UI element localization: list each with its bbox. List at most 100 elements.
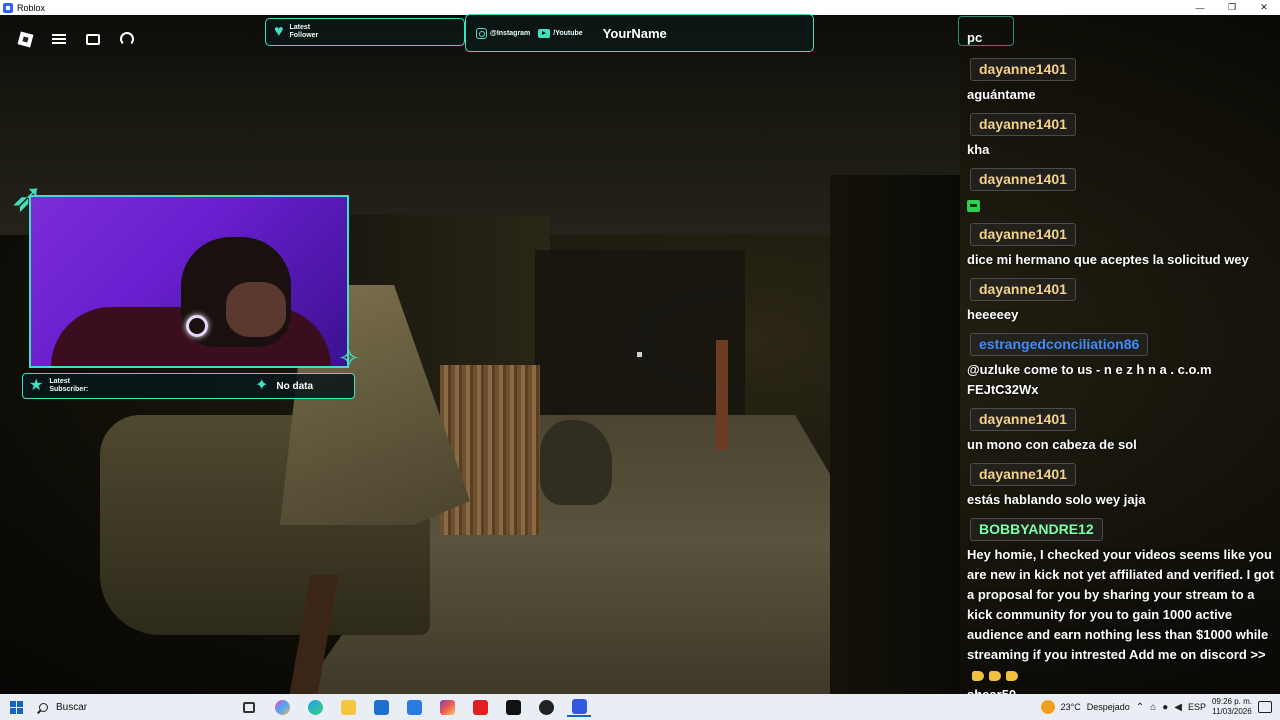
mail-icon xyxy=(406,699,422,715)
crosshair xyxy=(637,352,642,357)
copilot-button[interactable] xyxy=(270,697,294,717)
scene-rock xyxy=(540,420,612,505)
minimize-button[interactable]: — xyxy=(1184,0,1216,15)
subscriber-value-wrap: ✦ No data xyxy=(255,378,313,394)
instagram-app-button[interactable] xyxy=(435,697,459,717)
chat-message: dayanne1401 dice mi hermano que aceptes … xyxy=(960,223,1280,270)
clock[interactable]: 09:26 p. m. 11/03/2026 xyxy=(1212,697,1252,717)
subscriber-value: No data xyxy=(276,380,314,392)
clock-date: 11/03/2026 xyxy=(1212,707,1252,716)
volume-icon[interactable]: ◀ xyxy=(1174,702,1182,713)
instagram-icon xyxy=(476,27,487,39)
chat-message: dayanne1401 heeeeey xyxy=(960,278,1280,325)
language-indicator[interactable]: ESP xyxy=(1188,702,1206,712)
youtube-item: /Youtube xyxy=(538,28,583,38)
chat-message: BOBBYANDRE12 Hey homie, I checked your v… xyxy=(960,518,1280,685)
tiktok-app-button[interactable] xyxy=(501,697,525,717)
clock-time: 09:26 p. m. xyxy=(1211,697,1252,706)
pointing-hand-icon xyxy=(1006,670,1018,681)
edge-button[interactable] xyxy=(303,697,327,717)
copilot-icon xyxy=(274,699,290,715)
scene-pole xyxy=(716,340,728,450)
chat-text: kha xyxy=(967,142,990,157)
instagram-label: @Instagram xyxy=(490,29,531,37)
sparkle-star-icon: ✦ xyxy=(255,377,269,394)
latest-follower-panel: ♥ Latest Follower xyxy=(265,18,465,46)
windows-start-icon[interactable] xyxy=(10,700,23,714)
roblox-taskbar-icon xyxy=(571,698,587,714)
webcam-person-face xyxy=(226,282,286,337)
close-button[interactable]: ✕ xyxy=(1248,0,1280,15)
network-icon[interactable]: ⌂ xyxy=(1150,702,1156,713)
chat-username: dayanne1401 xyxy=(970,58,1076,81)
file-explorer-button[interactable] xyxy=(336,697,360,717)
roblox-menu-button[interactable] xyxy=(12,26,38,52)
chat-text: estás hablando solo wey jaja xyxy=(967,492,1146,507)
task-view-button[interactable] xyxy=(237,697,261,717)
green-emote-icon xyxy=(967,199,980,212)
chat-username: dayanne1401 xyxy=(970,278,1076,301)
voice-button[interactable] xyxy=(114,26,140,52)
taskbar-apps xyxy=(237,697,591,717)
chat-username: dayanne1401 xyxy=(970,223,1076,246)
chat-text: dice mi hermano que aceptes la solicitud… xyxy=(967,252,1249,267)
roblox-app-icon xyxy=(3,2,13,13)
latest-subscriber-panel: ★ Latest Subscriber: ✦ No data xyxy=(22,373,355,399)
stream-chat: pc dayanne1401 aguántame dayanne1401 kha… xyxy=(960,28,1280,705)
chat-username: estrangedconciliation86 xyxy=(970,333,1149,356)
chat-message: dayanne1401 estás hablando solo wey jaja xyxy=(960,463,1280,510)
outlook-button[interactable] xyxy=(402,697,426,717)
search-label: Buscar xyxy=(56,701,88,713)
chat-icon xyxy=(86,33,100,45)
system-tray: 23°C Despejado ⌃ ⌂ ● ◀ ESP 09:26 p. m. 1… xyxy=(1040,694,1280,720)
chat-username: dayanne1401 xyxy=(970,168,1076,191)
chat-message: dayanne1401 kha xyxy=(960,113,1280,160)
window-titlebar: Roblox — ❐ ✕ xyxy=(0,0,1280,15)
youtube-label: /Youtube xyxy=(553,29,583,37)
microphone-icon[interactable]: ● xyxy=(1162,702,1168,713)
chat-text-body: Hey homie, I checked your videos seems l… xyxy=(967,547,1275,662)
chat-text: un mono con cabeza de sol xyxy=(967,437,1137,452)
chat-text: Hey homie, I checked your videos seems l… xyxy=(967,545,1280,685)
chat-message: estrangedconciliation86 @uzluke come to … xyxy=(960,333,1280,400)
chat-text: @uzluke come to us - n e z h n a . c.o.m… xyxy=(967,362,1212,397)
windows-taskbar: Buscar 23°C Despejado ⌃ ⌂ ● ◀ ESP 09:26 … xyxy=(0,694,1280,720)
roblox-logo-icon xyxy=(17,31,33,47)
weather-moon-icon[interactable] xyxy=(1040,700,1055,714)
store-icon xyxy=(373,699,389,715)
youtube-app-button[interactable] xyxy=(468,697,492,717)
store-button[interactable] xyxy=(369,697,393,717)
chat-message: dayanne1401 xyxy=(960,168,1280,215)
notifications-icon[interactable] xyxy=(1258,701,1272,713)
roblox-app-button[interactable] xyxy=(567,697,591,717)
pointing-hand-icon xyxy=(972,670,984,681)
chat-message: dayanne1401 un mono con cabeza de sol xyxy=(960,408,1280,455)
hamburger-icon xyxy=(52,34,66,44)
chat-text: aguántame xyxy=(967,87,1036,102)
chevron-up-icon[interactable]: ⌃ xyxy=(1136,702,1144,713)
window-controls: — ❐ ✕ xyxy=(1184,0,1280,15)
chat-username: dayanne1401 xyxy=(970,408,1076,431)
star-icon: ★ xyxy=(29,377,44,394)
webcam-corner-star-icon: ✧ xyxy=(338,343,360,373)
chat-text xyxy=(967,195,1280,215)
restore-button[interactable]: ❐ xyxy=(1216,0,1248,15)
webcam-frame xyxy=(29,195,349,368)
chat-username: dayanne1401 xyxy=(970,463,1076,486)
chat-text: heeeeey xyxy=(967,307,1019,322)
chat-username: dayanne1401 xyxy=(970,113,1076,136)
edge-icon xyxy=(307,699,323,715)
heart-icon: ♥ xyxy=(274,23,284,40)
taskbar-search[interactable]: Buscar xyxy=(39,694,229,720)
chat-toggle-button[interactable] xyxy=(80,26,106,52)
pointing-hand-icon xyxy=(989,670,1001,681)
chat-message: dayanne1401 aguántame xyxy=(960,58,1280,105)
scene-back-wall xyxy=(535,250,745,420)
hamburger-button[interactable] xyxy=(46,26,72,52)
youtube-icon xyxy=(538,28,551,38)
social-links-panel: @Instagram /Youtube YourName xyxy=(465,14,814,52)
weather-desc: Despejado xyxy=(1086,702,1130,712)
obs-app-button[interactable] xyxy=(534,697,558,717)
headset-light-icon xyxy=(186,315,208,337)
roblox-topbar xyxy=(12,26,140,52)
